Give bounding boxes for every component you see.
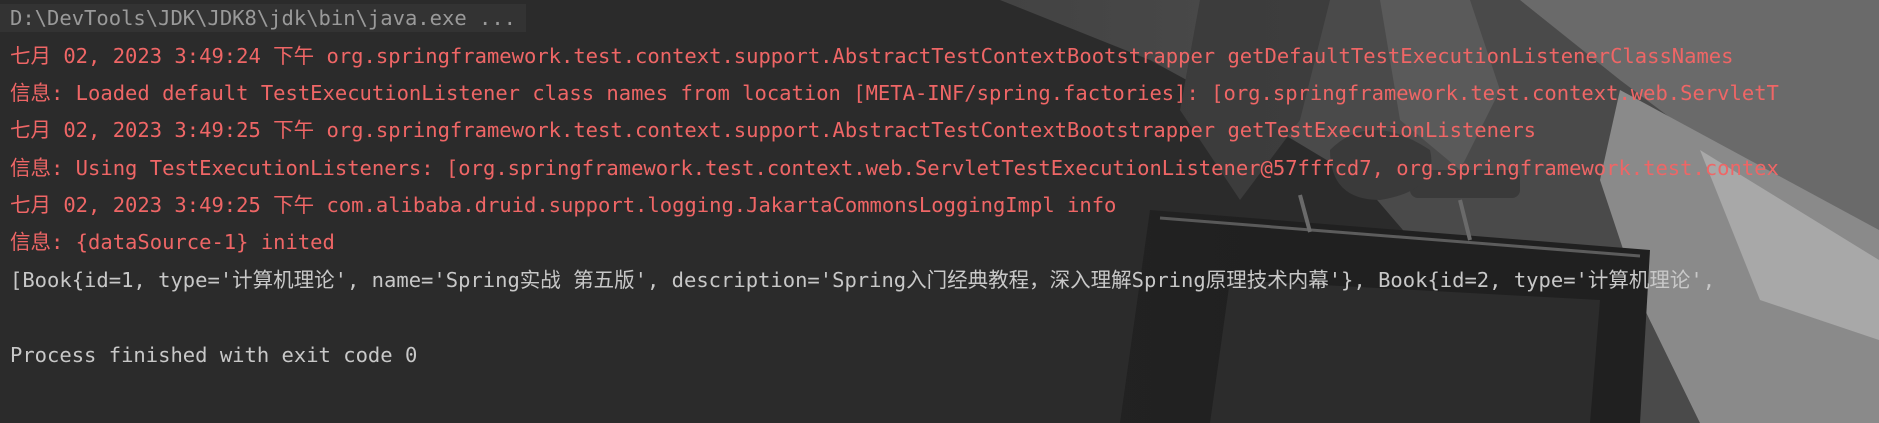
log-line-timestamp: 七月 02, 2023 3:49:24 下午 org.springframewo…	[10, 44, 1734, 68]
log-line-info: 信息: {dataSource-1} inited	[10, 230, 335, 254]
run-console[interactable]: D:\DevTools\JDK\JDK8\jdk\bin\java.exe ..…	[0, 0, 1879, 423]
log-line-timestamp: 七月 02, 2023 3:49:25 下午 com.alibaba.druid…	[10, 193, 1117, 217]
console-command-line: D:\DevTools\JDK\JDK8\jdk\bin\java.exe ..…	[0, 4, 527, 32]
log-line-info: 信息: Loaded default TestExecutionListener…	[10, 81, 1779, 105]
process-exit-line: Process finished with exit code 0	[10, 343, 418, 367]
log-line-info: 信息: Using TestExecutionListeners: [org.s…	[10, 156, 1779, 180]
log-line-timestamp: 七月 02, 2023 3:49:25 下午 org.springframewo…	[10, 118, 1537, 142]
stdout-line-books: [Book{id=1, type='计算机理论', name='Spring实战…	[10, 268, 1716, 292]
console-output[interactable]: D:\DevTools\JDK\JDK8\jdk\bin\java.exe ..…	[0, 0, 1879, 367]
